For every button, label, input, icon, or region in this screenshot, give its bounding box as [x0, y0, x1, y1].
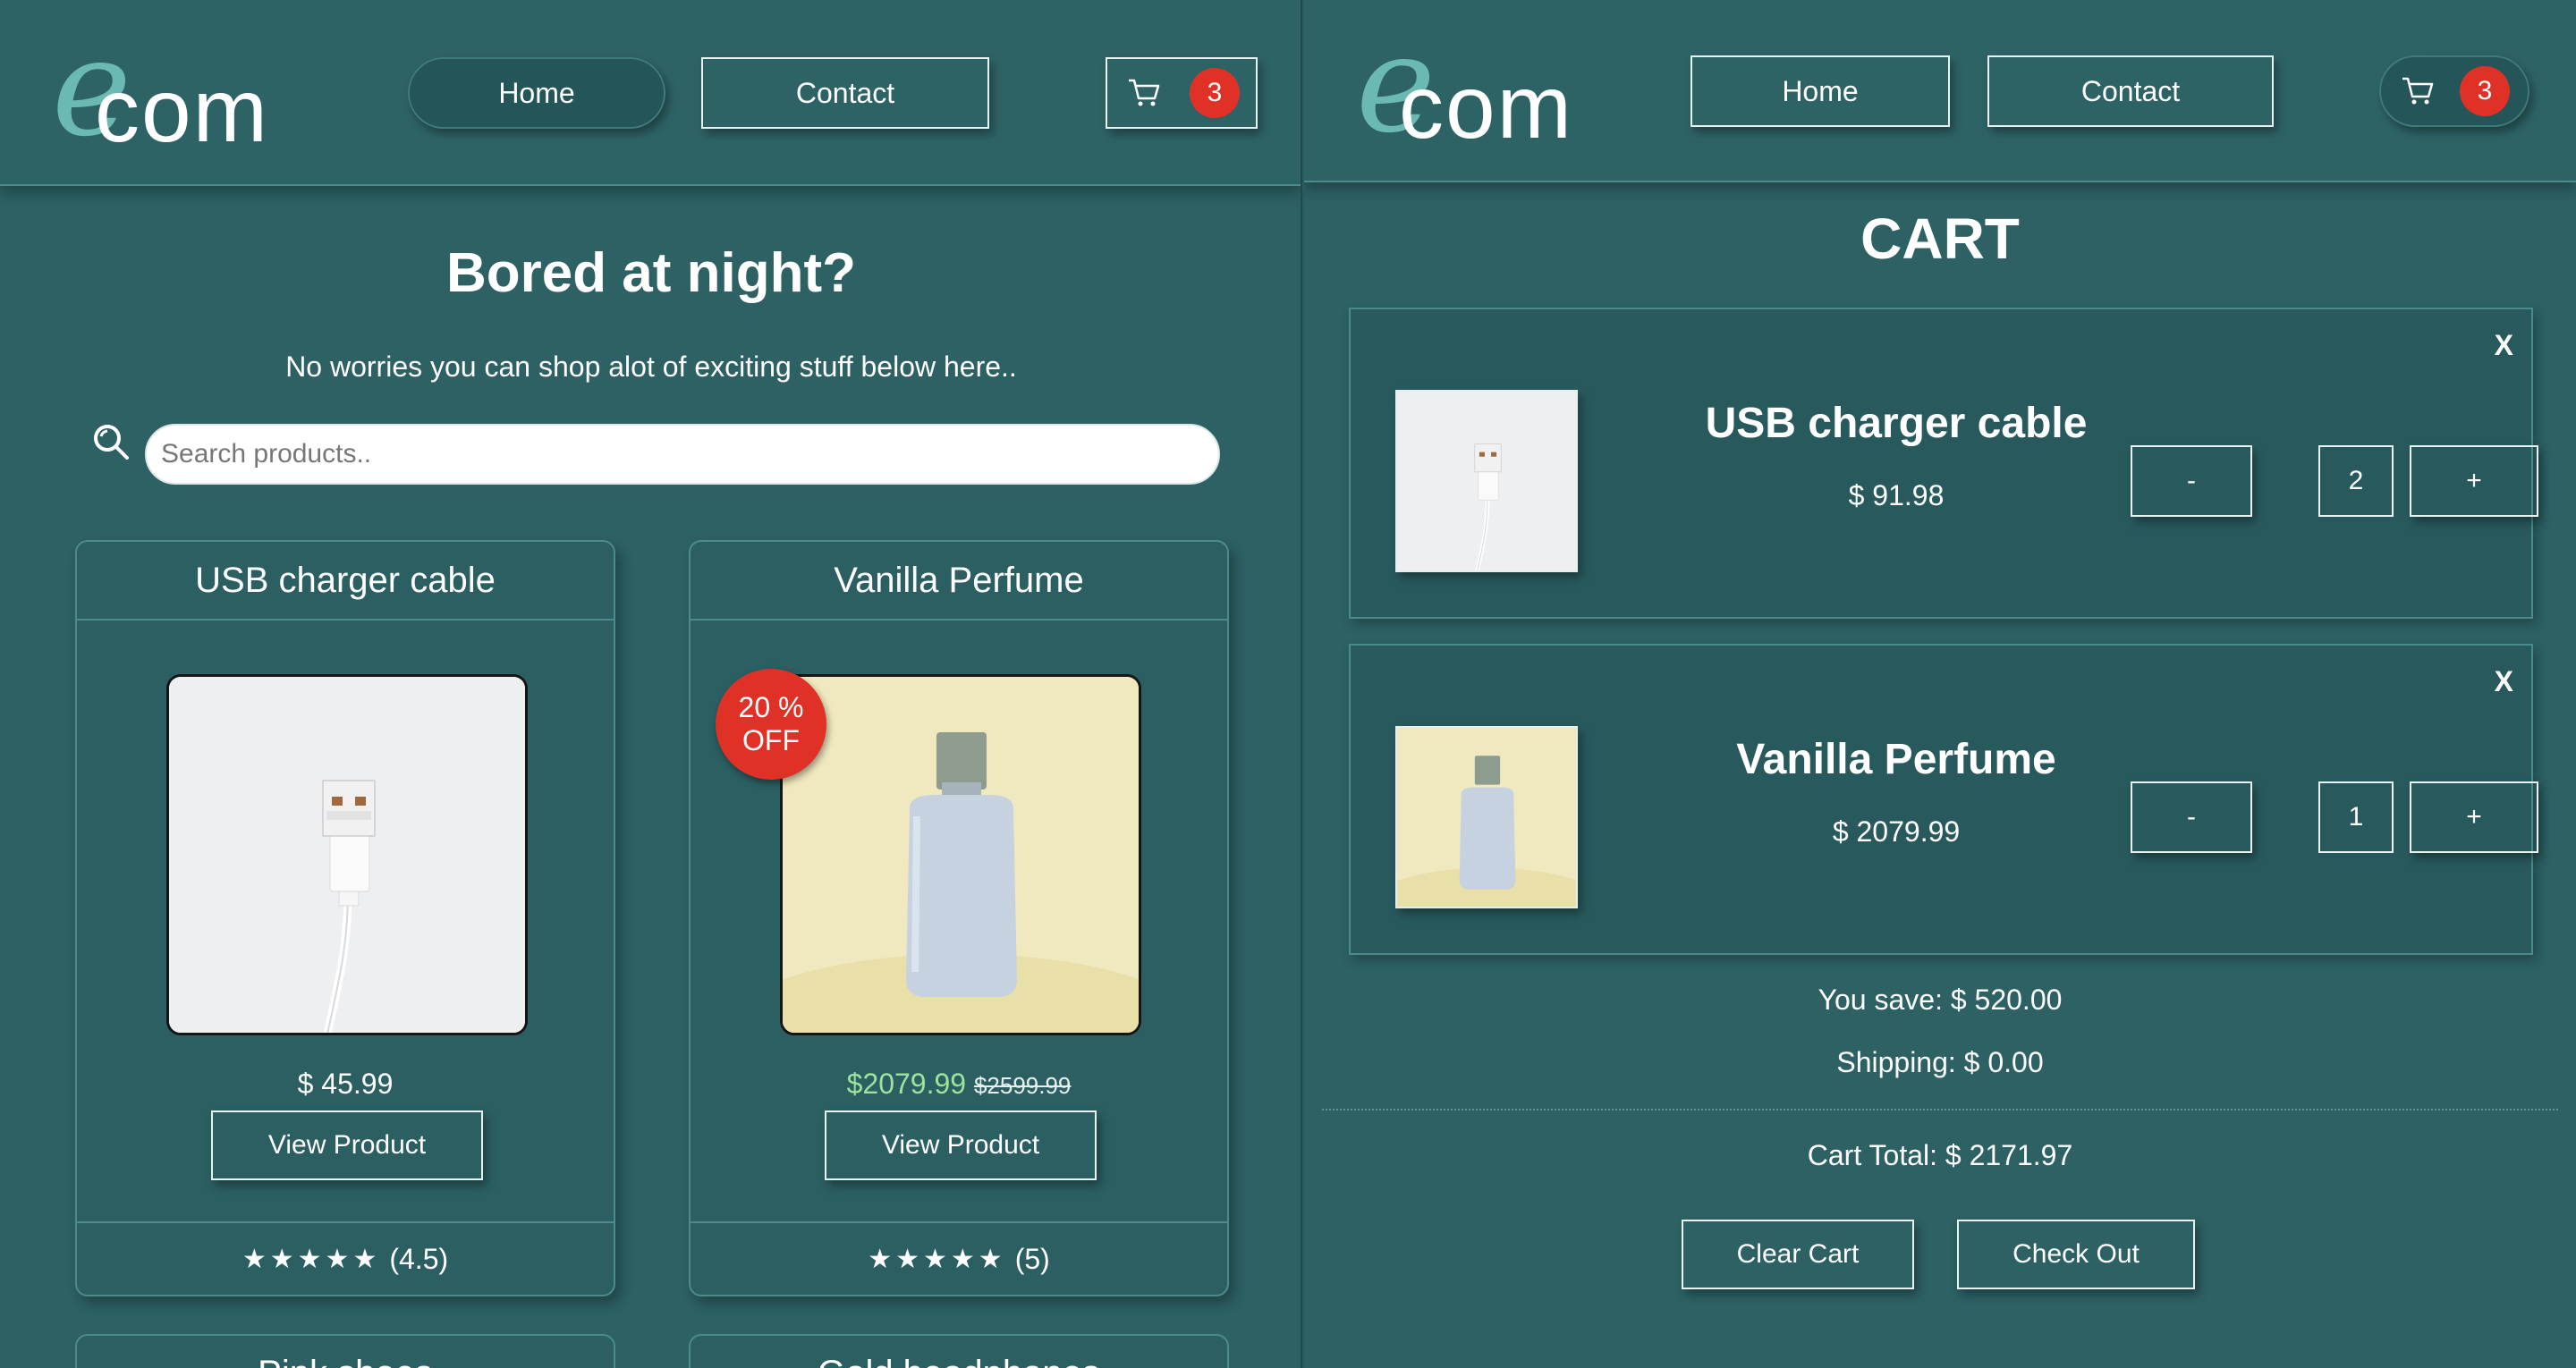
- clear-cart-button[interactable]: Clear Cart: [1682, 1220, 1914, 1289]
- sale-price: $2079.99: [846, 1068, 967, 1100]
- product-name: Vanilla Perfume: [691, 542, 1227, 621]
- cart-header: e com Home Contact 3: [1304, 0, 2576, 182]
- nav-home-button[interactable]: Home: [408, 57, 665, 129]
- usb-cable-thumbnail: [1397, 392, 1576, 570]
- product-card-usb-cable: USB charger cable $ 45.99 View Product ★…: [75, 540, 615, 1296]
- cart-item-name: USB charger cable: [1705, 400, 2088, 447]
- checkout-button[interactable]: Check Out: [1957, 1220, 2195, 1289]
- logo-com: com: [95, 61, 269, 161]
- product-image-usb-cable[interactable]: [166, 674, 528, 1035]
- cart-item-usb-cable: X USB charger cable $ 91.98 - 2 +: [1349, 308, 2538, 619]
- product-card-vanilla-perfume: Vanilla Perfume $2079.99 $2599.99 View P…: [689, 540, 1229, 1296]
- remove-item-button[interactable]: X: [2495, 665, 2513, 698]
- cart-title: CART: [1860, 207, 2020, 271]
- discount-off: OFF: [742, 724, 800, 756]
- decrease-quantity-button[interactable]: -: [2131, 781, 2252, 853]
- nav-contact-button[interactable]: Contact: [701, 57, 989, 129]
- perfume-thumbnail: [1397, 728, 1576, 907]
- cart-item-thumbnail: [1395, 726, 1578, 908]
- cart-item-price: $ 2079.99: [1832, 815, 1961, 848]
- cart-panel: e com Home Contact 3 CART X USB charger …: [1304, 0, 2576, 1368]
- discount-percent: 20 %: [738, 691, 804, 724]
- cart-item-price: $ 91.98: [1848, 479, 1945, 511]
- product-rating: ★★★★★ (4.5): [77, 1221, 614, 1295]
- old-price: $2599.99: [973, 1072, 1072, 1099]
- summary-divider: [1322, 1109, 2558, 1110]
- shop-header: e com Home Contact 3: [0, 0, 1301, 186]
- product-price: $ 45.99: [77, 1068, 614, 1101]
- product-card-partial[interactable]: Pink shoes: [75, 1334, 615, 1368]
- shop-panel: e com Home Contact 3 Bored at night? No …: [0, 0, 1302, 1368]
- product-rating: ★★★★★ (5): [691, 1221, 1227, 1295]
- remove-item-button[interactable]: X: [2495, 329, 2513, 362]
- product-card-partial[interactable]: Gold headphones: [689, 1334, 1229, 1368]
- cart-button[interactable]: 3: [2379, 55, 2529, 127]
- rating-value: (4.5): [389, 1242, 449, 1275]
- cart-icon: [2402, 77, 2434, 105]
- cart-item-name: Vanilla Perfume: [1736, 736, 2056, 783]
- brand-logo[interactable]: e com: [1356, 18, 1589, 161]
- view-product-button[interactable]: View Product: [825, 1110, 1097, 1180]
- nav-home-button[interactable]: Home: [1690, 55, 1950, 127]
- cart-total: Cart Total: $ 2171.97: [1807, 1139, 2073, 1171]
- cart-icon: [1129, 79, 1160, 106]
- perfume-image: [783, 677, 1139, 1033]
- cart-count-badge: 3: [1190, 68, 1240, 118]
- star-rating-icons: ★★★★★: [242, 1243, 381, 1275]
- shipping-summary: Shipping: $ 0.00: [1836, 1046, 2044, 1078]
- rating-value: (5): [1014, 1242, 1050, 1275]
- cart-item-vanilla-perfume: X Vanilla Perfume $ 2079.99 - 1 +: [1349, 644, 2538, 955]
- logo-com: com: [1399, 57, 1573, 157]
- product-price: $2079.99 $2599.99: [691, 1068, 1227, 1101]
- quantity-value: 1: [2318, 781, 2394, 853]
- brand-logo[interactable]: e com: [52, 21, 284, 165]
- hero-subtitle: No worries you can shop alot of exciting…: [285, 350, 1017, 383]
- product-name: USB charger cable: [77, 542, 614, 621]
- cart-item-thumbnail: [1395, 390, 1578, 572]
- cart-count-badge: 3: [2460, 66, 2510, 116]
- decrease-quantity-button[interactable]: -: [2131, 445, 2252, 517]
- hero-title: Bored at night?: [445, 242, 857, 304]
- increase-quantity-button[interactable]: +: [2410, 781, 2538, 853]
- search-input[interactable]: [145, 424, 1220, 485]
- star-rating-icons: ★★★★★: [868, 1243, 1006, 1275]
- cart-button[interactable]: 3: [1106, 57, 1258, 129]
- search-icon: [94, 425, 129, 460]
- quantity-value: 2: [2318, 445, 2394, 517]
- product-image-vanilla-perfume[interactable]: [780, 674, 1141, 1035]
- discount-badge: 20 % OFF: [716, 669, 826, 780]
- savings-summary: You save: $ 520.00: [1818, 984, 2063, 1016]
- nav-contact-button[interactable]: Contact: [1987, 55, 2274, 127]
- view-product-button[interactable]: View Product: [211, 1110, 483, 1180]
- increase-quantity-button[interactable]: +: [2410, 445, 2538, 517]
- price-text: $ 45.99: [297, 1068, 394, 1100]
- usb-cable-image: [169, 677, 525, 1033]
